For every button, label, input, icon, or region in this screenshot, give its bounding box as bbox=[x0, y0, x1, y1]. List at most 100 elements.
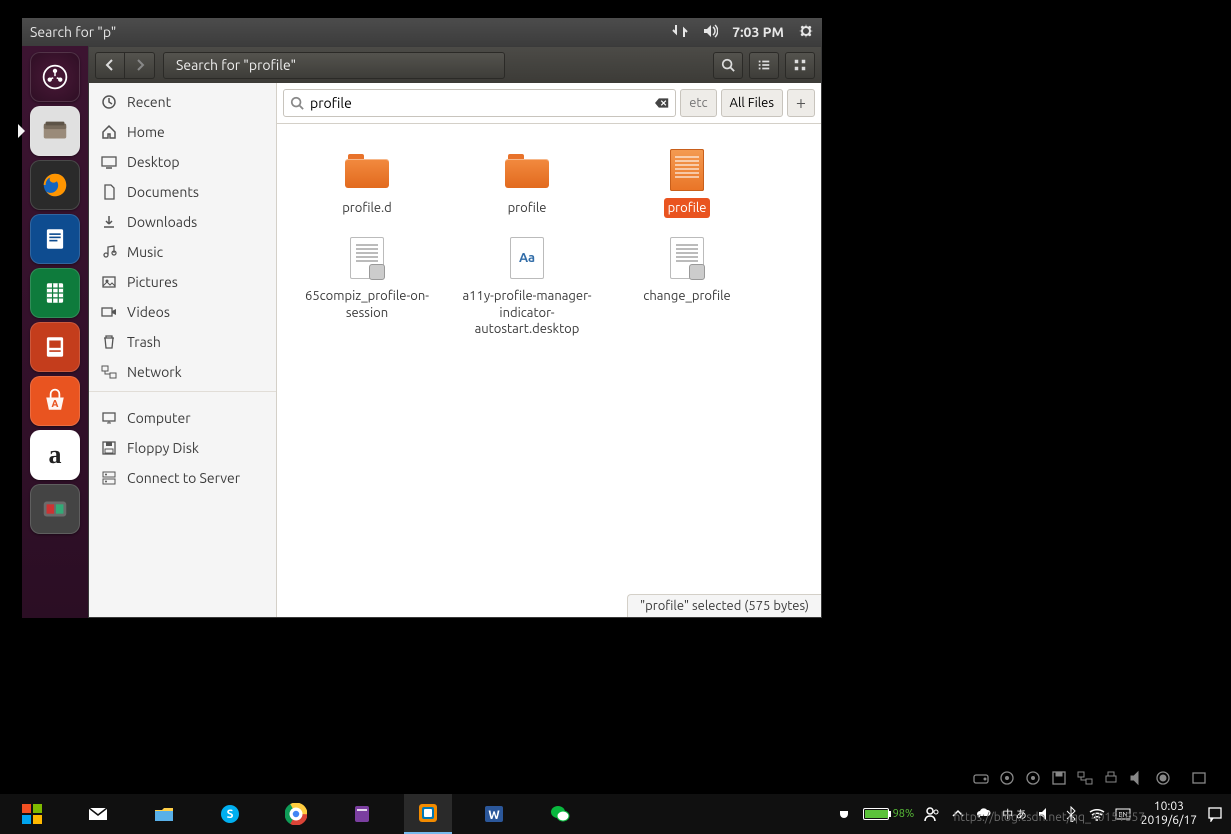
view-grid-button[interactable] bbox=[785, 52, 815, 79]
path-bar[interactable]: Search for "profile" bbox=[163, 52, 505, 79]
sound-icon[interactable] bbox=[702, 23, 718, 42]
task-chrome[interactable] bbox=[272, 794, 320, 834]
notification-icon[interactable] bbox=[1207, 806, 1223, 822]
sidebar-item-network[interactable]: Network bbox=[89, 357, 276, 387]
nav-forward-button[interactable] bbox=[125, 52, 155, 79]
file-label: profile bbox=[504, 198, 551, 218]
sidebar-item-downloads[interactable]: Downloads bbox=[89, 207, 276, 237]
battery-icon[interactable] bbox=[863, 808, 889, 820]
launcher-impress[interactable] bbox=[30, 322, 80, 372]
files-window: Search for "profile" Recent Home Desktop Do… bbox=[88, 46, 822, 618]
floppy-icon[interactable] bbox=[1051, 770, 1067, 786]
plug-icon[interactable] bbox=[837, 806, 853, 822]
sidebar-item-trash[interactable]: Trash bbox=[89, 327, 276, 357]
sidebar-item-floppy-disk[interactable]: Floppy Disk bbox=[89, 433, 276, 463]
folder-icon bbox=[503, 146, 551, 194]
font-icon: Aa bbox=[503, 234, 551, 282]
task-word[interactable]: W bbox=[470, 794, 518, 834]
sidebar-item-label: Trash bbox=[127, 334, 161, 350]
file-label: profile bbox=[664, 198, 711, 218]
task-skype[interactable]: S bbox=[206, 794, 254, 834]
file-label: a11y-profile-manager-indicator-autostart… bbox=[453, 286, 601, 339]
file-label: change_profile bbox=[639, 286, 734, 306]
launcher-software[interactable]: A bbox=[30, 376, 80, 426]
search-input[interactable] bbox=[310, 95, 649, 111]
icon-view[interactable]: profile.d profile profile 65compiz_profile-… bbox=[277, 124, 821, 617]
sidebar-item-home[interactable]: Home bbox=[89, 117, 276, 147]
file-item[interactable]: profile.d bbox=[289, 142, 445, 222]
sidebar-item-connect-to-server[interactable]: Connect to Server bbox=[89, 463, 276, 493]
launcher-firefox[interactable] bbox=[30, 160, 80, 210]
view-list-button[interactable] bbox=[749, 52, 779, 79]
sidebar-item-label: Pictures bbox=[127, 274, 178, 290]
sidebar-item-label: Music bbox=[127, 244, 163, 260]
network-icon[interactable] bbox=[672, 23, 688, 42]
cd-icon[interactable] bbox=[999, 770, 1015, 786]
menubar-time[interactable]: 7:03 PM bbox=[732, 24, 784, 40]
folder-icon bbox=[343, 146, 391, 194]
clear-icon[interactable] bbox=[655, 96, 669, 110]
task-mail[interactable] bbox=[74, 794, 122, 834]
disk-icon[interactable] bbox=[973, 770, 989, 786]
launcher-amazon[interactable]: a bbox=[30, 430, 80, 480]
launcher-dash[interactable] bbox=[30, 52, 80, 102]
fullscreen-icon[interactable] bbox=[1191, 770, 1207, 786]
sidebar-item-videos[interactable]: Videos bbox=[89, 297, 276, 327]
file-item[interactable]: change_profile bbox=[609, 230, 765, 343]
file-item[interactable]: 65compiz_profile-on-session bbox=[289, 230, 445, 343]
filter-add-button[interactable]: + bbox=[787, 89, 815, 117]
sidebar-item-recent[interactable]: Recent bbox=[89, 87, 276, 117]
ubuntu-vm-window: Search for "p" 7:03 PM A a Search for "p… bbox=[22, 18, 822, 618]
sidebar-item-documents[interactable]: Documents bbox=[89, 177, 276, 207]
filter-all-files[interactable]: All Files bbox=[721, 89, 783, 117]
file-item[interactable]: profile bbox=[449, 142, 605, 222]
sidebar-item-label: Floppy Disk bbox=[127, 440, 199, 456]
sidebar-item-label: Connect to Server bbox=[127, 470, 240, 486]
status-bar: "profile" selected (575 bytes) bbox=[627, 594, 821, 617]
taskbar-clock[interactable]: 10:03 2019/6/17 bbox=[1141, 800, 1197, 828]
unity-launcher: A a bbox=[22, 46, 88, 618]
launcher-files[interactable] bbox=[30, 106, 80, 156]
files-toolbar: Search for "profile" bbox=[89, 47, 821, 83]
watermark-url: https://blog.csdn.net/qq_40151857 bbox=[953, 811, 1145, 824]
battery-percent: 98% bbox=[893, 808, 915, 820]
start-button[interactable] bbox=[8, 794, 56, 834]
net-icon[interactable] bbox=[1077, 770, 1093, 786]
file-item[interactable]: profile bbox=[609, 142, 765, 222]
task-vmware[interactable] bbox=[404, 794, 452, 834]
sidebar-item-computer[interactable]: Computer bbox=[89, 403, 276, 433]
people-icon[interactable] bbox=[924, 806, 940, 822]
filter-etc[interactable]: etc bbox=[680, 89, 716, 117]
sidebar-item-label: Videos bbox=[127, 304, 170, 320]
host-vm-systray bbox=[973, 770, 1207, 786]
menubar-title: Search for "p" bbox=[30, 24, 672, 40]
cd2-icon[interactable] bbox=[1025, 770, 1041, 786]
file-label: profile.d bbox=[338, 198, 396, 218]
task-wechat[interactable] bbox=[536, 794, 584, 834]
task-notes[interactable] bbox=[338, 794, 386, 834]
nav-back-button[interactable] bbox=[95, 52, 125, 79]
svg-text:W: W bbox=[488, 809, 500, 822]
record-icon[interactable] bbox=[1155, 770, 1171, 786]
printer-icon[interactable] bbox=[1103, 770, 1119, 786]
sidebar-item-desktop[interactable]: Desktop bbox=[89, 147, 276, 177]
sidebar-item-music[interactable]: Music bbox=[89, 237, 276, 267]
gear-icon[interactable] bbox=[798, 23, 814, 42]
task-explorer[interactable] bbox=[140, 794, 188, 834]
sidebar-item-pictures[interactable]: Pictures bbox=[89, 267, 276, 297]
sidebar-item-label: Desktop bbox=[127, 154, 180, 170]
launcher-calc[interactable] bbox=[30, 268, 80, 318]
file-item[interactable]: Aaa11y-profile-manager-indicator-autosta… bbox=[449, 230, 605, 343]
search-input-box[interactable] bbox=[283, 89, 676, 117]
sidebar-item-label: Recent bbox=[127, 94, 171, 110]
sound2-icon[interactable] bbox=[1129, 770, 1145, 786]
sidebar-item-label: Downloads bbox=[127, 214, 197, 230]
launcher-overflow[interactable] bbox=[30, 484, 80, 534]
search-row: etc All Files + bbox=[277, 83, 821, 124]
launcher-writer[interactable] bbox=[30, 214, 80, 264]
search-button[interactable] bbox=[713, 52, 743, 79]
sidebar-item-label: Documents bbox=[127, 184, 199, 200]
files-sidebar: Recent Home Desktop Documents Downloads Music… bbox=[89, 83, 277, 617]
sidebar-item-label: Network bbox=[127, 364, 182, 380]
files-content: etc All Files + profile.d profile profile 6… bbox=[277, 83, 821, 617]
